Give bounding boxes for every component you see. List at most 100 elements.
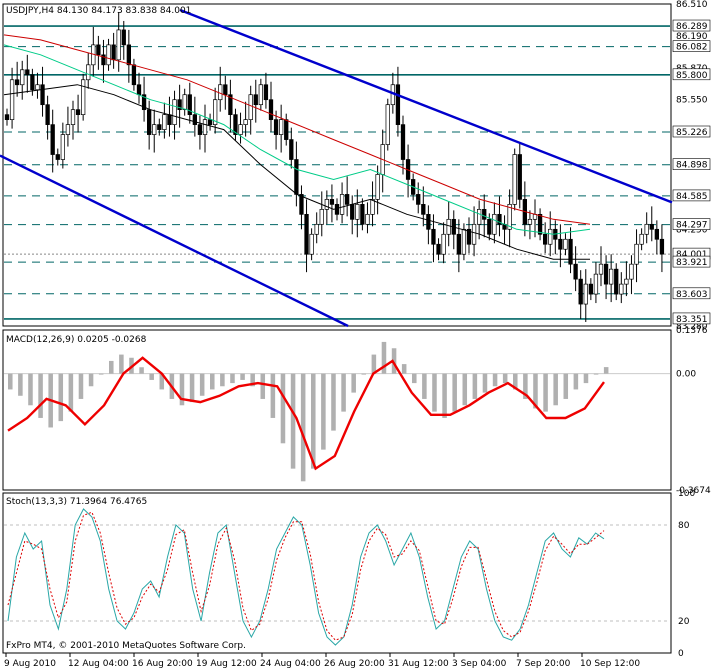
candle-body [279, 119, 284, 135]
macd-bar [149, 373, 154, 380]
candle-body [334, 204, 340, 215]
candle-body [629, 263, 634, 280]
candle-body [20, 69, 25, 86]
chart-window[interactable]: 86.51086.19085.87085.55085.22084.90084.5… [0, 0, 712, 670]
macd-bar [260, 373, 266, 399]
candle-body [649, 223, 654, 230]
candle-body [339, 194, 345, 215]
level-label: 86.289 [676, 22, 708, 32]
macd-bar [432, 373, 437, 412]
macd-bar [139, 367, 144, 374]
candle-body [385, 104, 390, 145]
candle-body [477, 209, 482, 225]
candle-body [309, 233, 314, 255]
macd-bar [543, 373, 548, 412]
candle-body [152, 124, 157, 135]
candle-body [365, 213, 370, 225]
macd-bar [189, 373, 195, 403]
candle-body [619, 283, 624, 295]
macd-bar [573, 373, 579, 390]
candle-body [121, 29, 126, 46]
x-tick-label: 3 Sep 04:00 [452, 659, 507, 669]
macd-bar [8, 373, 13, 390]
macd-bar [462, 373, 468, 406]
price-pane-title: USDJPY,H4 84.130 84.173 83.838 84.001 [6, 6, 191, 16]
stoch-tick-label: 20 [678, 617, 690, 627]
macd-bar [502, 373, 508, 384]
candle-body [345, 194, 350, 205]
candle-body [598, 263, 604, 275]
candle-body [639, 233, 644, 245]
level-label: 86.082 [676, 43, 708, 53]
macd-bar [109, 360, 114, 374]
level-label: 83.603 [676, 290, 708, 300]
x-tick-label: 10 Sep 12:00 [580, 659, 640, 669]
candle-body [329, 199, 335, 205]
candle-body [4, 114, 10, 120]
macd-bar [412, 373, 417, 384]
macd-bar [321, 373, 326, 450]
candle-body [492, 213, 497, 235]
candle-body [324, 199, 329, 210]
candle-body [314, 223, 319, 235]
x-tick-label: 26 Aug 20:00 [324, 659, 385, 669]
candle-body [207, 119, 213, 125]
macd-bar [199, 373, 205, 396]
candle-body [9, 79, 15, 120]
x-tick-label: 31 Aug 12:00 [388, 659, 449, 669]
macd-bar [482, 373, 488, 393]
macd-bar [492, 373, 498, 387]
macd-bar [220, 373, 225, 387]
candle-body [299, 194, 304, 215]
macd-bar [38, 373, 43, 418]
candle-body [421, 204, 426, 215]
candle-body [395, 84, 401, 125]
candle-body [268, 99, 274, 120]
candle-body [558, 238, 563, 250]
stoch-tick-label: 0 [678, 649, 684, 659]
candle-body [75, 109, 81, 116]
x-tick-label: 24 Aug 04:00 [260, 659, 321, 669]
candle-body [116, 29, 121, 61]
level-label: 84.585 [676, 192, 708, 202]
candle-body [70, 109, 76, 125]
macd-bar [442, 373, 447, 418]
macd-tick-label: 0.00 [676, 370, 696, 380]
candle-body [634, 243, 639, 265]
macd-bar [58, 373, 64, 422]
candle-body [96, 44, 101, 56]
macd-bar [583, 373, 589, 384]
candle-body [263, 84, 269, 101]
candle-body [289, 139, 294, 160]
level-label: 83.351 [676, 315, 708, 325]
candle-body [294, 159, 299, 195]
candle-body [243, 119, 248, 125]
candle-body [350, 204, 355, 220]
candle-body [147, 109, 152, 135]
candle-body [55, 154, 60, 160]
x-tick-label: 19 Aug 12:00 [196, 659, 257, 669]
candle-body [654, 228, 659, 240]
candle-body [172, 99, 177, 125]
candle-body [319, 209, 324, 225]
candle-body [659, 238, 665, 255]
candle-body [471, 223, 477, 245]
candle-body [644, 223, 649, 235]
candle-body [568, 238, 573, 265]
macd-bar [553, 373, 558, 406]
macd-bar [290, 373, 296, 469]
x-tick-label: 9 Aug 2010 [4, 659, 56, 669]
candle-body [512, 154, 517, 205]
candle-body [431, 228, 436, 245]
candle-body [573, 263, 578, 280]
macd-bar [593, 373, 599, 375]
level-label: 84.898 [676, 161, 708, 171]
macd-bar [210, 373, 215, 390]
candle-body [15, 79, 20, 86]
candle-body [355, 204, 360, 220]
candle-body [167, 114, 172, 125]
candle-body [126, 44, 131, 66]
macd-bar [18, 373, 23, 396]
candle-body [30, 74, 35, 91]
candle-body [223, 84, 228, 96]
